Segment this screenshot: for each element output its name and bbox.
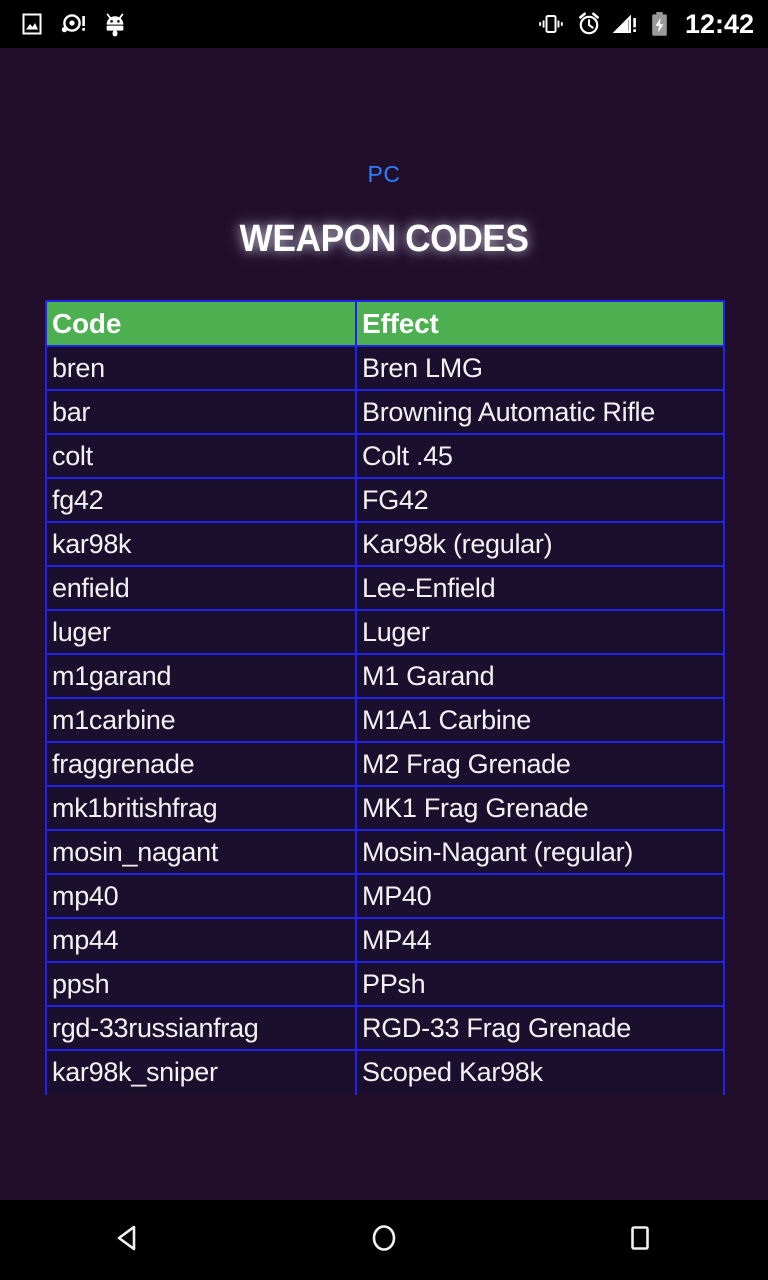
table-row: mp44 MP44 bbox=[45, 917, 725, 963]
cell-effect: Luger bbox=[355, 609, 725, 655]
back-button[interactable] bbox=[68, 1200, 188, 1280]
cell-code: luger bbox=[45, 609, 357, 655]
signal-alert-icon bbox=[612, 12, 639, 36]
image-gallery-icon bbox=[20, 12, 44, 36]
column-header-effect: Effect bbox=[355, 300, 725, 347]
cell-effect: MP40 bbox=[355, 873, 725, 919]
recents-button[interactable] bbox=[580, 1200, 700, 1280]
table-row: ppsh PPsh bbox=[45, 961, 725, 1007]
table-header-row: Code Effect bbox=[45, 300, 725, 347]
cell-effect: MP44 bbox=[355, 917, 725, 963]
platform-link-pc[interactable]: PC bbox=[368, 161, 401, 187]
cell-effect: Kar98k (regular) bbox=[355, 521, 725, 567]
status-bar-left-icons bbox=[20, 11, 126, 37]
cell-effect: M1A1 Carbine bbox=[355, 697, 725, 743]
android-robot-icon bbox=[104, 11, 126, 37]
cell-code: ppsh bbox=[45, 961, 357, 1007]
table-row: m1garand M1 Garand bbox=[45, 653, 725, 699]
status-bar-right-icons: 12:42 bbox=[537, 9, 754, 40]
vibrate-icon bbox=[537, 12, 565, 36]
home-button[interactable] bbox=[324, 1200, 444, 1280]
weapon-codes-table-container: Code Effect bren Bren LMG bar Browning Auto… bbox=[45, 300, 725, 1095]
cell-effect: PPsh bbox=[355, 961, 725, 1007]
cell-code: kar98k_sniper bbox=[45, 1049, 357, 1094]
page-title: WEAPON CODES bbox=[239, 218, 529, 260]
android-navigation-bar bbox=[0, 1200, 768, 1280]
table-row: mk1britishfrag MK1 Frag Grenade bbox=[45, 785, 725, 831]
cell-code: enfield bbox=[45, 565, 357, 611]
table-row: luger Luger bbox=[45, 609, 725, 655]
table-row: fg42 FG42 bbox=[45, 477, 725, 523]
cell-effect: Browning Automatic Rifle bbox=[355, 389, 725, 435]
cell-effect: Bren LMG bbox=[355, 345, 725, 391]
table-row: kar98k_sniper Scoped Kar98k bbox=[45, 1049, 725, 1094]
cell-code: mp40 bbox=[45, 873, 357, 919]
weapon-codes-table: Code Effect bren Bren LMG bar Browning Auto… bbox=[45, 300, 725, 1095]
cell-code: fg42 bbox=[45, 477, 357, 523]
cell-code: bar bbox=[45, 389, 357, 435]
alarm-clock-icon bbox=[576, 11, 602, 37]
cell-code: mp44 bbox=[45, 917, 357, 963]
table-row: colt Colt .45 bbox=[45, 433, 725, 479]
status-bar: 12:42 bbox=[0, 0, 768, 48]
cell-effect: FG42 bbox=[355, 477, 725, 523]
cell-effect: M2 Frag Grenade bbox=[355, 741, 725, 787]
cell-effect: M1 Garand bbox=[355, 653, 725, 699]
table-row: enfield Lee-Enfield bbox=[45, 565, 725, 611]
home-circle-icon bbox=[366, 1220, 402, 1261]
cell-effect: MK1 Frag Grenade bbox=[355, 785, 725, 831]
table-head: Code Effect bbox=[45, 300, 725, 347]
cell-code: rgd-33russianfrag bbox=[45, 1005, 357, 1051]
table-row: m1carbine M1A1 Carbine bbox=[45, 697, 725, 743]
cell-code: colt bbox=[45, 433, 357, 479]
back-triangle-icon bbox=[110, 1220, 146, 1261]
table-body: bren Bren LMG bar Browning Automatic Rifle c… bbox=[45, 345, 725, 1094]
disc-alert-icon bbox=[61, 12, 87, 36]
table-row: bren Bren LMG bbox=[45, 345, 725, 391]
cell-code: bren bbox=[45, 345, 357, 391]
table-row: bar Browning Automatic Rifle bbox=[45, 389, 725, 435]
cell-code: mk1britishfrag bbox=[45, 785, 357, 831]
table-row: rgd-33russianfrag RGD-33 Frag Grenade bbox=[45, 1005, 725, 1051]
cell-code: mosin_nagant bbox=[45, 829, 357, 875]
table-row: fraggrenade M2 Frag Grenade bbox=[45, 741, 725, 787]
status-bar-clock: 12:42 bbox=[684, 8, 754, 39]
cell-code: fraggrenade bbox=[45, 741, 357, 787]
cell-code: m1garand bbox=[45, 653, 357, 699]
recents-square-icon bbox=[622, 1220, 658, 1261]
table-row: kar98k Kar98k (regular) bbox=[45, 521, 725, 567]
cell-effect: Scoped Kar98k bbox=[355, 1049, 725, 1094]
battery-charging-icon bbox=[650, 11, 669, 37]
column-header-code: Code bbox=[45, 300, 357, 347]
cell-effect: Lee-Enfield bbox=[355, 565, 725, 611]
cell-code: kar98k bbox=[45, 521, 357, 567]
platform-link-container: PC bbox=[0, 48, 768, 188]
page-content: PC WEAPON CODES Code Effect bren Bren LMG… bbox=[0, 48, 768, 1200]
cell-code: m1carbine bbox=[45, 697, 357, 743]
table-row: mp40 MP40 bbox=[45, 873, 725, 919]
cell-effect: Mosin-Nagant (regular) bbox=[355, 829, 725, 875]
cell-effect: Colt .45 bbox=[355, 433, 725, 479]
cell-effect: RGD-33 Frag Grenade bbox=[355, 1005, 725, 1051]
table-row: mosin_nagant Mosin-Nagant (regular) bbox=[45, 829, 725, 875]
